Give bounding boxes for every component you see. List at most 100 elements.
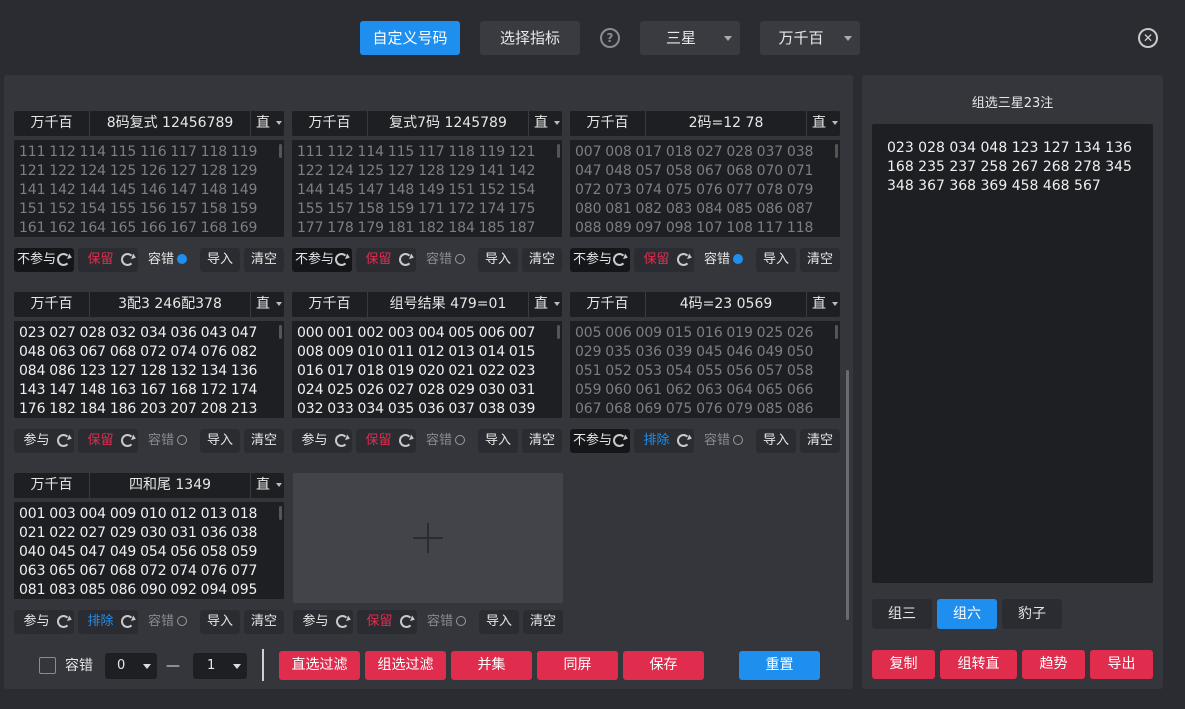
card-mode-select[interactable]: 直 <box>250 473 284 498</box>
card-position-select[interactable]: 万千百 <box>570 111 646 136</box>
tolerance-max-select[interactable]: 1 <box>193 653 247 679</box>
tolerance-radio[interactable]: 容错 <box>704 248 744 272</box>
tab-group6[interactable]: 组六 <box>937 599 997 629</box>
clear-button[interactable]: 清空 <box>523 610 563 634</box>
tab-leopard[interactable]: 豹子 <box>1002 599 1062 629</box>
tab-group3[interactable]: 组三 <box>872 599 932 629</box>
reset-button[interactable]: 重置 <box>739 651 820 680</box>
import-button[interactable]: 导入 <box>756 248 796 272</box>
tolerance-min-select[interactable]: 0 <box>105 653 157 679</box>
keep-toggle[interactable]: 保留 <box>356 429 416 453</box>
card-numbers-box[interactable]: 111 112 114 115 117 118 119 121 122 124 … <box>292 140 562 237</box>
card-title[interactable]: 四和尾 1349 <box>90 473 250 498</box>
participate-toggle[interactable]: 不参与 <box>570 248 630 272</box>
custom-numbers-button[interactable]: 自定义号码 <box>360 21 460 55</box>
clear-button[interactable]: 清空 <box>522 429 562 453</box>
trend-button[interactable]: 趋势 <box>1022 650 1085 679</box>
card-title[interactable]: 复式7码 1245789 <box>368 111 528 136</box>
card-scrollbar[interactable] <box>279 144 282 158</box>
clear-button[interactable]: 清空 <box>244 610 284 634</box>
union-button[interactable]: 并集 <box>451 651 532 680</box>
keep-toggle[interactable]: 保留 <box>78 248 138 272</box>
keep-toggle[interactable]: 保留 <box>634 248 694 272</box>
card-scrollbar[interactable] <box>557 144 560 158</box>
tolerance-radio[interactable]: 容错 <box>427 610 467 634</box>
choose-indicator-button[interactable]: 选择指标 <box>480 21 580 55</box>
card-scrollbar[interactable] <box>279 325 282 339</box>
card-numbers-box[interactable]: 005 006 009 015 016 019 025 026 029 035 … <box>570 321 840 418</box>
card-numbers-box[interactable]: 023 027 028 032 034 036 043 047 048 063 … <box>14 321 284 418</box>
card-position-select[interactable]: 万千百 <box>14 111 90 136</box>
import-button[interactable]: 导入 <box>200 248 240 272</box>
import-button[interactable]: 导入 <box>200 429 240 453</box>
card-position-select[interactable]: 万千百 <box>570 292 646 317</box>
card-scrollbar[interactable] <box>279 506 282 520</box>
import-button[interactable]: 导入 <box>478 248 518 272</box>
clear-button[interactable]: 清空 <box>522 248 562 272</box>
participate-toggle[interactable]: 不参与 <box>570 429 630 453</box>
card-position-select[interactable]: 万千百 <box>14 292 90 317</box>
card-title[interactable]: 3配3 246配378 <box>90 292 250 317</box>
card-mode-select[interactable]: 直 <box>806 111 840 136</box>
card-title[interactable]: 2码=12 78 <box>646 111 806 136</box>
position-select[interactable]: 万千百 <box>760 21 860 55</box>
direct-filter-button[interactable]: 直选过滤 <box>279 651 360 680</box>
participate-toggle[interactable]: 参与 <box>292 429 352 453</box>
clear-button[interactable]: 清空 <box>800 429 840 453</box>
tolerance-radio[interactable]: 容错 <box>148 248 188 272</box>
participate-toggle[interactable]: 不参与 <box>14 248 74 272</box>
participate-toggle[interactable]: 参与 <box>14 610 74 634</box>
clear-button[interactable]: 清空 <box>244 248 284 272</box>
panel-scrollbar[interactable] <box>846 370 849 620</box>
close-icon[interactable]: ✕ <box>1138 28 1158 48</box>
card-mode-select[interactable]: 直 <box>250 111 284 136</box>
keep-toggle[interactable]: 保留 <box>357 610 417 634</box>
tolerance-radio[interactable]: 容错 <box>426 429 466 453</box>
clear-button[interactable]: 清空 <box>244 429 284 453</box>
card-mode-select[interactable]: 直 <box>806 292 840 317</box>
card-title[interactable]: 4码=23 0569 <box>646 292 806 317</box>
add-condition-card[interactable] <box>293 473 563 603</box>
tolerance-radio[interactable]: 容错 <box>426 248 466 272</box>
help-icon[interactable]: ? <box>600 28 620 48</box>
card-numbers-box[interactable]: 111 112 114 115 116 117 118 119 121 122 … <box>14 140 284 237</box>
import-button[interactable]: 导入 <box>478 429 518 453</box>
tolerance-radio[interactable]: 容错 <box>148 429 188 453</box>
card-scrollbar[interactable] <box>557 325 560 339</box>
chevron-down-icon <box>554 302 560 306</box>
card-mode-select[interactable]: 直 <box>528 111 562 136</box>
keep-toggle[interactable]: 保留 <box>356 248 416 272</box>
type-select[interactable]: 三星 <box>640 21 740 55</box>
same-screen-button[interactable]: 同屏 <box>537 651 618 680</box>
group-filter-button[interactable]: 组选过滤 <box>365 651 446 680</box>
copy-button[interactable]: 复制 <box>872 650 935 679</box>
tolerance-checkbox[interactable] <box>39 657 56 674</box>
card-numbers-box[interactable]: 000 001 002 003 004 005 006 007 008 009 … <box>292 321 562 418</box>
tolerance-radio[interactable]: 容错 <box>148 610 188 634</box>
tolerance-radio[interactable]: 容错 <box>704 429 744 453</box>
export-button[interactable]: 导出 <box>1090 650 1153 679</box>
card-position-select[interactable]: 万千百 <box>292 292 368 317</box>
import-button[interactable]: 导入 <box>200 610 240 634</box>
card-numbers-box[interactable]: 007 008 017 018 027 028 037 038 047 048 … <box>570 140 840 237</box>
card-position-select[interactable]: 万千百 <box>14 473 90 498</box>
import-button[interactable]: 导入 <box>756 429 796 453</box>
participate-toggle[interactable]: 参与 <box>14 429 74 453</box>
group-to-direct-button[interactable]: 组转直 <box>940 650 1017 679</box>
card-title[interactable]: 组号结果 479=01 <box>368 292 528 317</box>
participate-toggle[interactable]: 参与 <box>293 610 353 634</box>
save-button[interactable]: 保存 <box>623 651 704 680</box>
card-mode-select[interactable]: 直 <box>250 292 284 317</box>
card-numbers-box[interactable]: 001 003 004 009 010 012 013 018 021 022 … <box>14 502 284 599</box>
keep-toggle[interactable]: 排除 <box>634 429 694 453</box>
card-mode-select[interactable]: 直 <box>528 292 562 317</box>
clear-button[interactable]: 清空 <box>800 248 840 272</box>
import-button[interactable]: 导入 <box>479 610 519 634</box>
card-title[interactable]: 8码复式 12456789 <box>90 111 250 136</box>
card-scrollbar[interactable] <box>835 144 838 158</box>
keep-toggle[interactable]: 保留 <box>78 429 138 453</box>
card-position-select[interactable]: 万千百 <box>292 111 368 136</box>
keep-toggle[interactable]: 排除 <box>78 610 138 634</box>
card-scrollbar[interactable] <box>835 325 838 339</box>
participate-toggle[interactable]: 不参与 <box>292 248 352 272</box>
